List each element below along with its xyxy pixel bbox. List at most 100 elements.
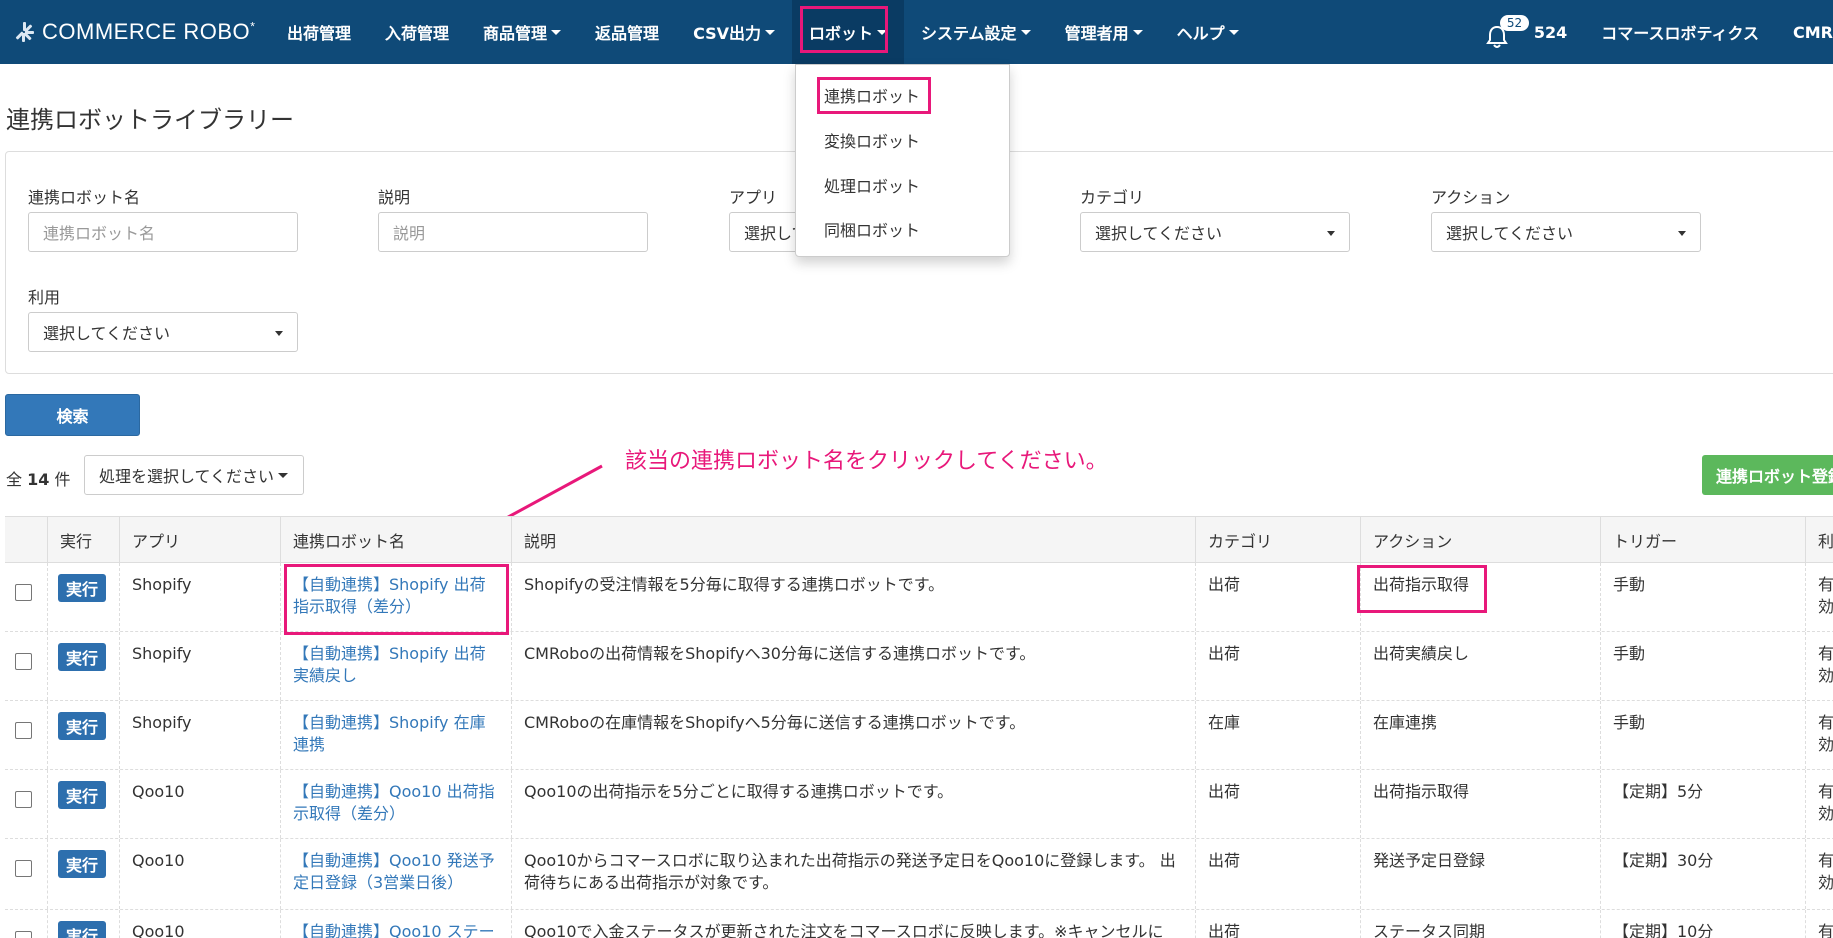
header-app[interactable]: アプリ [119,517,280,562]
action-cell: 出荷指示取得 [1360,563,1600,631]
nav-item-label: CSV出力 [693,24,762,43]
description-cell: Qoo10の出荷指示を5分ごとに取得する連携ロボットです。 [511,770,1195,838]
run-button[interactable]: 実行 [58,712,106,740]
robot-name-link[interactable]: 【自動連携】Qoo10 ステータス同期 [280,910,511,938]
category-cell: 出荷 [1195,839,1360,909]
category-cell: 出荷 [1195,770,1360,838]
action-cell: 発送予定日登録 [1360,839,1600,909]
action-cell: 出荷実績戻し [1360,632,1600,700]
robot-name-link[interactable]: 【自動連携】Qoo10 出荷指示取得（差分） [280,770,511,838]
header-name[interactable]: 連携ロボット名 [280,517,511,562]
company-name[interactable]: コマースロボティクス [1601,20,1759,44]
header-category[interactable]: カテゴリ [1195,517,1360,562]
description-label: 説明 [378,188,411,207]
robot-name-link[interactable]: 【自動連携】Shopify 在庫連携 [280,701,511,769]
action-label: アクション [1431,188,1511,207]
user-id[interactable]: 524 [1534,23,1567,42]
chevron-down-icon [1228,29,1239,35]
nav-item-label: ヘルプ [1176,24,1225,43]
nav-item-admin[interactable]: 管理者用 [1048,0,1160,64]
dropdown-item-integration-robot[interactable]: 連携ロボット [824,83,920,107]
nav-item-system-settings[interactable]: システム設定 [904,0,1048,64]
brand-name: COMMERCE ROBO* [42,19,256,44]
nav-item-help[interactable]: ヘルプ [1160,0,1256,64]
chevron-down-icon [765,29,776,35]
description-input[interactable]: 説明 [378,212,648,252]
brand-logo[interactable]: COMMERCE ROBO* [0,0,270,64]
row-checkbox[interactable] [15,791,32,808]
app-cell: Shopify [119,701,280,769]
usage-cell: 有効 [1805,770,1833,838]
row-checkbox[interactable] [15,653,32,670]
app-cell: Shopify [119,632,280,700]
robot-dropdown-menu: 連携ロボット 変換ロボット 処理ロボット 同梱ロボット [795,64,1010,257]
dropdown-item-conversion-robot[interactable]: 変換ロボット [824,128,920,152]
robot-name-input[interactable]: 連携ロボット名 [28,212,298,252]
trigger-cell: 手動 [1600,563,1805,631]
description-cell: CMRoboの出荷情報をShopifyへ30分毎に送信する連携ロボットです。 [511,632,1195,700]
company-code[interactable]: CMR [1793,23,1833,42]
nav-item-label: システム設定 [921,24,1017,43]
run-button[interactable]: 実行 [58,921,106,938]
header-description[interactable]: 説明 [511,517,1195,562]
row-checkbox[interactable] [15,860,32,877]
run-button[interactable]: 実行 [58,643,106,671]
category-cell: 出荷 [1195,563,1360,631]
header-action[interactable]: アクション [1360,517,1600,562]
column-divider [47,632,48,700]
app-cell: Shopify [119,563,280,631]
table-row: 実行 Shopify 【自動連携】Shopify 出荷実績戻し CMRoboの出荷情報… [5,632,1833,701]
table-row: 実行 Qoo10【自動連携】Qoo10 ステータス同期Qoo10で入金ステータスが… [5,910,1833,938]
row-checkbox[interactable] [15,931,32,938]
row-checkbox[interactable] [15,722,32,739]
nav-item-returns[interactable]: 返品管理 [578,0,676,64]
header-select [5,517,47,562]
app-label: アプリ [729,188,778,207]
top-navbar: COMMERCE ROBO* 出荷管理 入荷管理 商品管理 返品管理 CSV出力 ロボット… [0,0,1833,64]
register-robot-button[interactable]: 連携ロボット登録 [1702,455,1833,495]
category-select[interactable]: 選択してください [1080,212,1350,252]
header-run[interactable]: 実行 [47,517,119,562]
nav-item-csv-export[interactable]: CSV出力 [676,0,792,64]
robot-name-link[interactable]: 【自動連携】Shopify 出荷指示取得（差分） [280,563,511,631]
trigger-cell: 手動 [1600,701,1805,769]
nav-item-robot[interactable]: ロボット [792,0,905,64]
chevron-down-icon [551,29,562,35]
robot-name-link[interactable]: 【自動連携】Qoo10 発送予定日登録（3営業日後） [280,839,511,909]
nav-item-shipping[interactable]: 出荷管理 [270,0,368,64]
dropdown-item-bundle-robot[interactable]: 同梱ロボット [824,217,920,241]
action-select[interactable]: 選択してください [1431,212,1701,252]
run-button[interactable]: 実行 [58,850,106,878]
robot-name-link[interactable]: 【自動連携】Shopify 出荷実績戻し [280,632,511,700]
column-divider [47,839,48,909]
action-cell: 在庫連携 [1360,701,1600,769]
annotation-text: 該当の連携ロボット名をクリックしてください。 [625,449,1108,474]
usage-cell: 有効 [1805,563,1833,631]
row-checkbox[interactable] [15,584,32,601]
notification-bell[interactable]: 52 [1482,15,1530,48]
column-divider [47,563,48,631]
usage-select[interactable]: 選択してください [28,312,298,352]
description-cell: Qoo10からコマースロボに取り込まれた出荷指示の発送予定日をQoo10に登録し… [511,839,1195,909]
action-cell: 出荷指示取得 [1360,770,1600,838]
search-button[interactable]: 検索 [5,394,140,436]
run-button[interactable]: 実行 [58,574,106,602]
header-trigger[interactable]: トリガー [1600,517,1805,562]
nav-item-label: 入荷管理 [385,24,450,43]
robot-name-label: 連携ロボット名 [28,188,141,207]
nav-item-label: 返品管理 [595,24,660,43]
app-cell: Qoo10 [119,770,280,838]
bulk-action-select[interactable]: 処理を選択してください [84,455,304,495]
nav-item-label: 出荷管理 [287,24,352,43]
header-usage[interactable]: 利用 [1805,517,1833,562]
nav-item-label: ロボット [809,24,874,43]
main-nav: 出荷管理 入荷管理 商品管理 返品管理 CSV出力 ロボット システム設定 管理者用 ヘルプ [270,0,1256,64]
trigger-cell: 【定期】10分 [1600,910,1805,938]
nav-item-product[interactable]: 商品管理 [466,0,578,64]
dropdown-item-process-robot[interactable]: 処理ロボット [824,173,920,197]
app-cell: Qoo10 [119,839,280,909]
nav-item-receiving[interactable]: 入荷管理 [368,0,466,64]
description-cell: Shopifyの受注情報を5分毎に取得する連携ロボットです。 [511,563,1195,631]
run-button[interactable]: 実行 [58,781,106,809]
app-cell: Qoo10 [119,910,280,938]
